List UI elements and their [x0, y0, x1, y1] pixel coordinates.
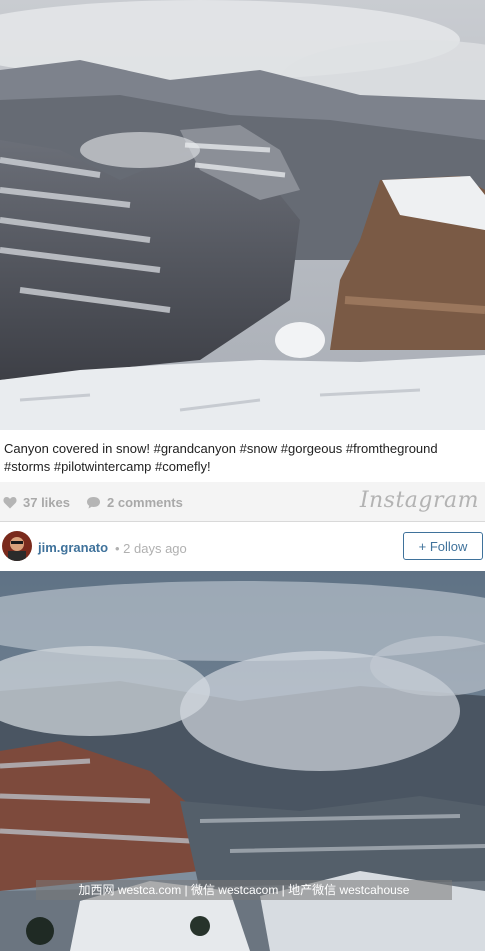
likes-label: 37 likes: [23, 495, 70, 510]
post-caption: Canyon covered in snow! #grandcanyon #sn…: [0, 430, 485, 482]
avatar[interactable]: [2, 531, 32, 561]
heart-icon: [3, 497, 17, 509]
avatar-image: [2, 531, 32, 561]
instagram-wordmark[interactable]: Instagram: [360, 488, 479, 513]
likes-count[interactable]: 37 likes: [3, 495, 70, 510]
speech-bubble-icon: [87, 497, 100, 509]
site-watermark: 加西网 westca.com | 微信 westcacom | 地产微信 wes…: [36, 880, 452, 900]
post-stats-bar: 37 likes 2 comments Instagram: [0, 482, 485, 522]
follow-button[interactable]: + Follow: [403, 532, 483, 560]
canyon-snow-image: [0, 0, 485, 430]
comments-count[interactable]: 2 comments: [86, 495, 183, 510]
post-time: • 2 days ago: [115, 541, 187, 556]
comments-label: 2 comments: [107, 495, 183, 510]
author-username[interactable]: jim.granato: [38, 540, 108, 555]
post-photo-top[interactable]: [0, 0, 485, 430]
author-bar: jim.granato • 2 days ago + Follow: [0, 523, 485, 571]
